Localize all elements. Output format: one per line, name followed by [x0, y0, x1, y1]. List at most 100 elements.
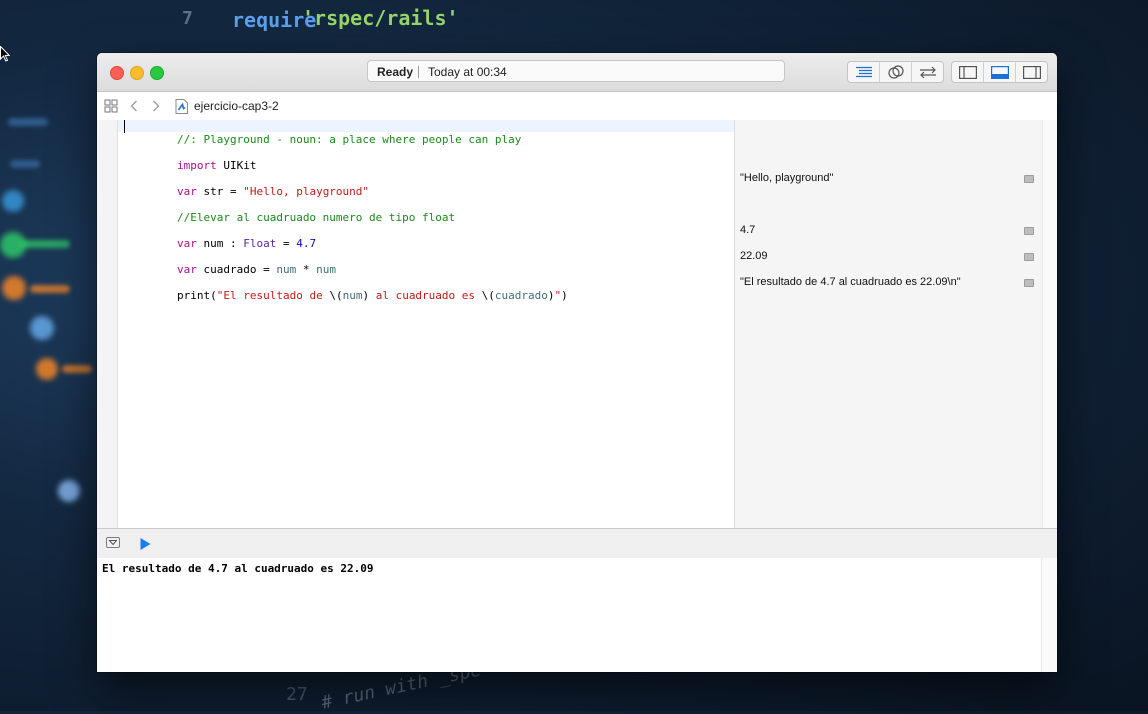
- background-blob: [30, 316, 54, 340]
- play-icon: [140, 538, 151, 550]
- identifier-token: num: [342, 289, 363, 302]
- number-token: 4.7: [296, 237, 317, 250]
- console-area[interactable]: El resultado de 4.7 al cuadruado es 22.0…: [97, 558, 1057, 672]
- code-line[interactable]: var str = "Hello, playground": [118, 172, 734, 198]
- result-value: "Hello, playground": [740, 172, 834, 184]
- function-token: ): [561, 289, 568, 302]
- activity-status: Ready Today at 00:34: [367, 60, 785, 82]
- quick-look-button[interactable]: [1024, 253, 1034, 261]
- function-token: print(: [176, 289, 217, 302]
- back-button[interactable]: [130, 92, 138, 120]
- mouse-pointer-icon: [0, 46, 10, 62]
- background-bar: [20, 240, 70, 248]
- result-value: 4.7: [740, 224, 756, 236]
- plain-token: UIKit: [216, 159, 257, 172]
- playground-editor: //: Playground - noun: a place where peo…: [97, 120, 1057, 528]
- assistant-editor-icon: [887, 65, 904, 79]
- status-time: Today at 00:34: [428, 65, 507, 79]
- standard-editor-icon: [855, 66, 872, 78]
- plain-token: str =: [196, 185, 244, 198]
- background-bar: [8, 118, 48, 126]
- playground-window: Ready Today at 00:34 ejercicio-cap3-2 //…: [97, 53, 1057, 672]
- file-name-breadcrumb[interactable]: ejercicio-cap3-2: [194, 92, 279, 120]
- toggle-debug-area-button[interactable]: [984, 62, 1016, 82]
- background-bar: [10, 160, 40, 168]
- quick-look-button[interactable]: [1024, 175, 1034, 183]
- background-string: 'rspec/rails': [302, 6, 459, 30]
- background-line-number: 27: [286, 684, 308, 705]
- plain-token: =: [276, 237, 297, 250]
- editor-scrollbar[interactable]: [1042, 120, 1057, 528]
- utilities-panel-icon: [1022, 65, 1041, 79]
- code-line[interactable]: //: Playground - noun: a place where peo…: [118, 120, 734, 146]
- assistant-editor-button[interactable]: [880, 62, 912, 82]
- related-items-button[interactable]: [104, 92, 118, 120]
- grid-icon: [104, 99, 118, 113]
- status-separator: [418, 66, 419, 78]
- interpolation-token: \(: [329, 289, 343, 302]
- interpolation-token: \(: [481, 289, 495, 302]
- zoom-window-button[interactable]: [150, 66, 164, 80]
- code-line[interactable]: import UIKit: [118, 146, 734, 172]
- identifier-token: cuadrado: [494, 289, 548, 302]
- quick-look-button[interactable]: [1024, 227, 1034, 235]
- panel-visibility-group: [951, 61, 1048, 83]
- source-editor[interactable]: //: Playground - noun: a place where peo…: [118, 120, 734, 528]
- line-gutter: [97, 120, 118, 528]
- console-output: El resultado de 4.7 al cuadruado es 22.0…: [102, 562, 374, 575]
- status-state: Ready: [377, 65, 414, 79]
- debug-bar: [97, 528, 1057, 559]
- plain-token: num :: [196, 237, 244, 250]
- comment-token: //Elevar al cuadruado numero de tipo flo…: [176, 211, 456, 224]
- plain-token: cuadrado =: [196, 263, 277, 276]
- text-cursor: [124, 120, 125, 133]
- string-token: "Hello, playground": [243, 185, 370, 198]
- string-token: "El resultado de: [216, 289, 330, 302]
- identifier-token: num: [276, 263, 297, 276]
- background-blob: [58, 480, 80, 502]
- results-sidebar: "Hello, playground" 4.7 22.09 "El result…: [734, 120, 1043, 528]
- background-blob: [36, 358, 58, 380]
- keyword-token: var: [176, 263, 197, 276]
- code-line[interactable]: print("El resultado de \(num) al cuadrua…: [118, 276, 734, 302]
- interpolation-token: ): [547, 289, 555, 302]
- background-blob: [2, 190, 24, 212]
- toggle-utilities-button[interactable]: [1016, 62, 1047, 82]
- code-line[interactable]: var cuadrado = num * num: [118, 250, 734, 276]
- navigator-panel-icon: [958, 65, 977, 79]
- background-bar: [30, 285, 70, 293]
- keyword-token: import: [176, 159, 217, 172]
- code-line[interactable]: var num : Float = 4.7: [118, 224, 734, 250]
- console-scrollbar[interactable]: [1041, 558, 1057, 672]
- result-value: 22.09: [740, 250, 768, 262]
- run-button[interactable]: [140, 537, 151, 555]
- forward-button[interactable]: [152, 92, 160, 120]
- background-line-number: 7: [182, 8, 193, 29]
- hide-debug-area-button[interactable]: [106, 537, 120, 548]
- comment-token: //: Playground - noun: a place where peo…: [176, 133, 522, 146]
- triangle-down-icon: [109, 540, 117, 545]
- standard-editor-button[interactable]: [848, 62, 880, 82]
- quick-look-button[interactable]: [1024, 279, 1034, 287]
- chevron-right-icon: [153, 100, 160, 112]
- toggle-navigator-button[interactable]: [952, 62, 984, 82]
- keyword-token: var: [176, 237, 197, 250]
- code-line[interactable]: //Elevar al cuadruado numero de tipo flo…: [118, 198, 734, 224]
- background-blob: [2, 276, 26, 300]
- operator-token: *: [296, 263, 317, 276]
- identifier-token: num: [316, 263, 336, 276]
- jump-bar: ejercicio-cap3-2: [97, 92, 1057, 121]
- result-value: "El resultado de 4.7 al cuadruado es 22.…: [740, 276, 961, 288]
- background-bar: [62, 365, 92, 373]
- editor-mode-group: [847, 61, 944, 83]
- minimize-window-button[interactable]: [130, 66, 144, 80]
- string-token: al cuadruado es: [369, 289, 482, 302]
- version-editor-icon: [919, 66, 936, 78]
- playground-file-icon: [175, 92, 188, 120]
- title-bar: Ready Today at 00:34: [97, 53, 1057, 92]
- chevron-left-icon: [130, 100, 137, 112]
- close-window-button[interactable]: [110, 66, 124, 80]
- keyword-token: var: [176, 185, 197, 198]
- version-editor-button[interactable]: [912, 62, 943, 82]
- debug-area-icon: [990, 65, 1009, 79]
